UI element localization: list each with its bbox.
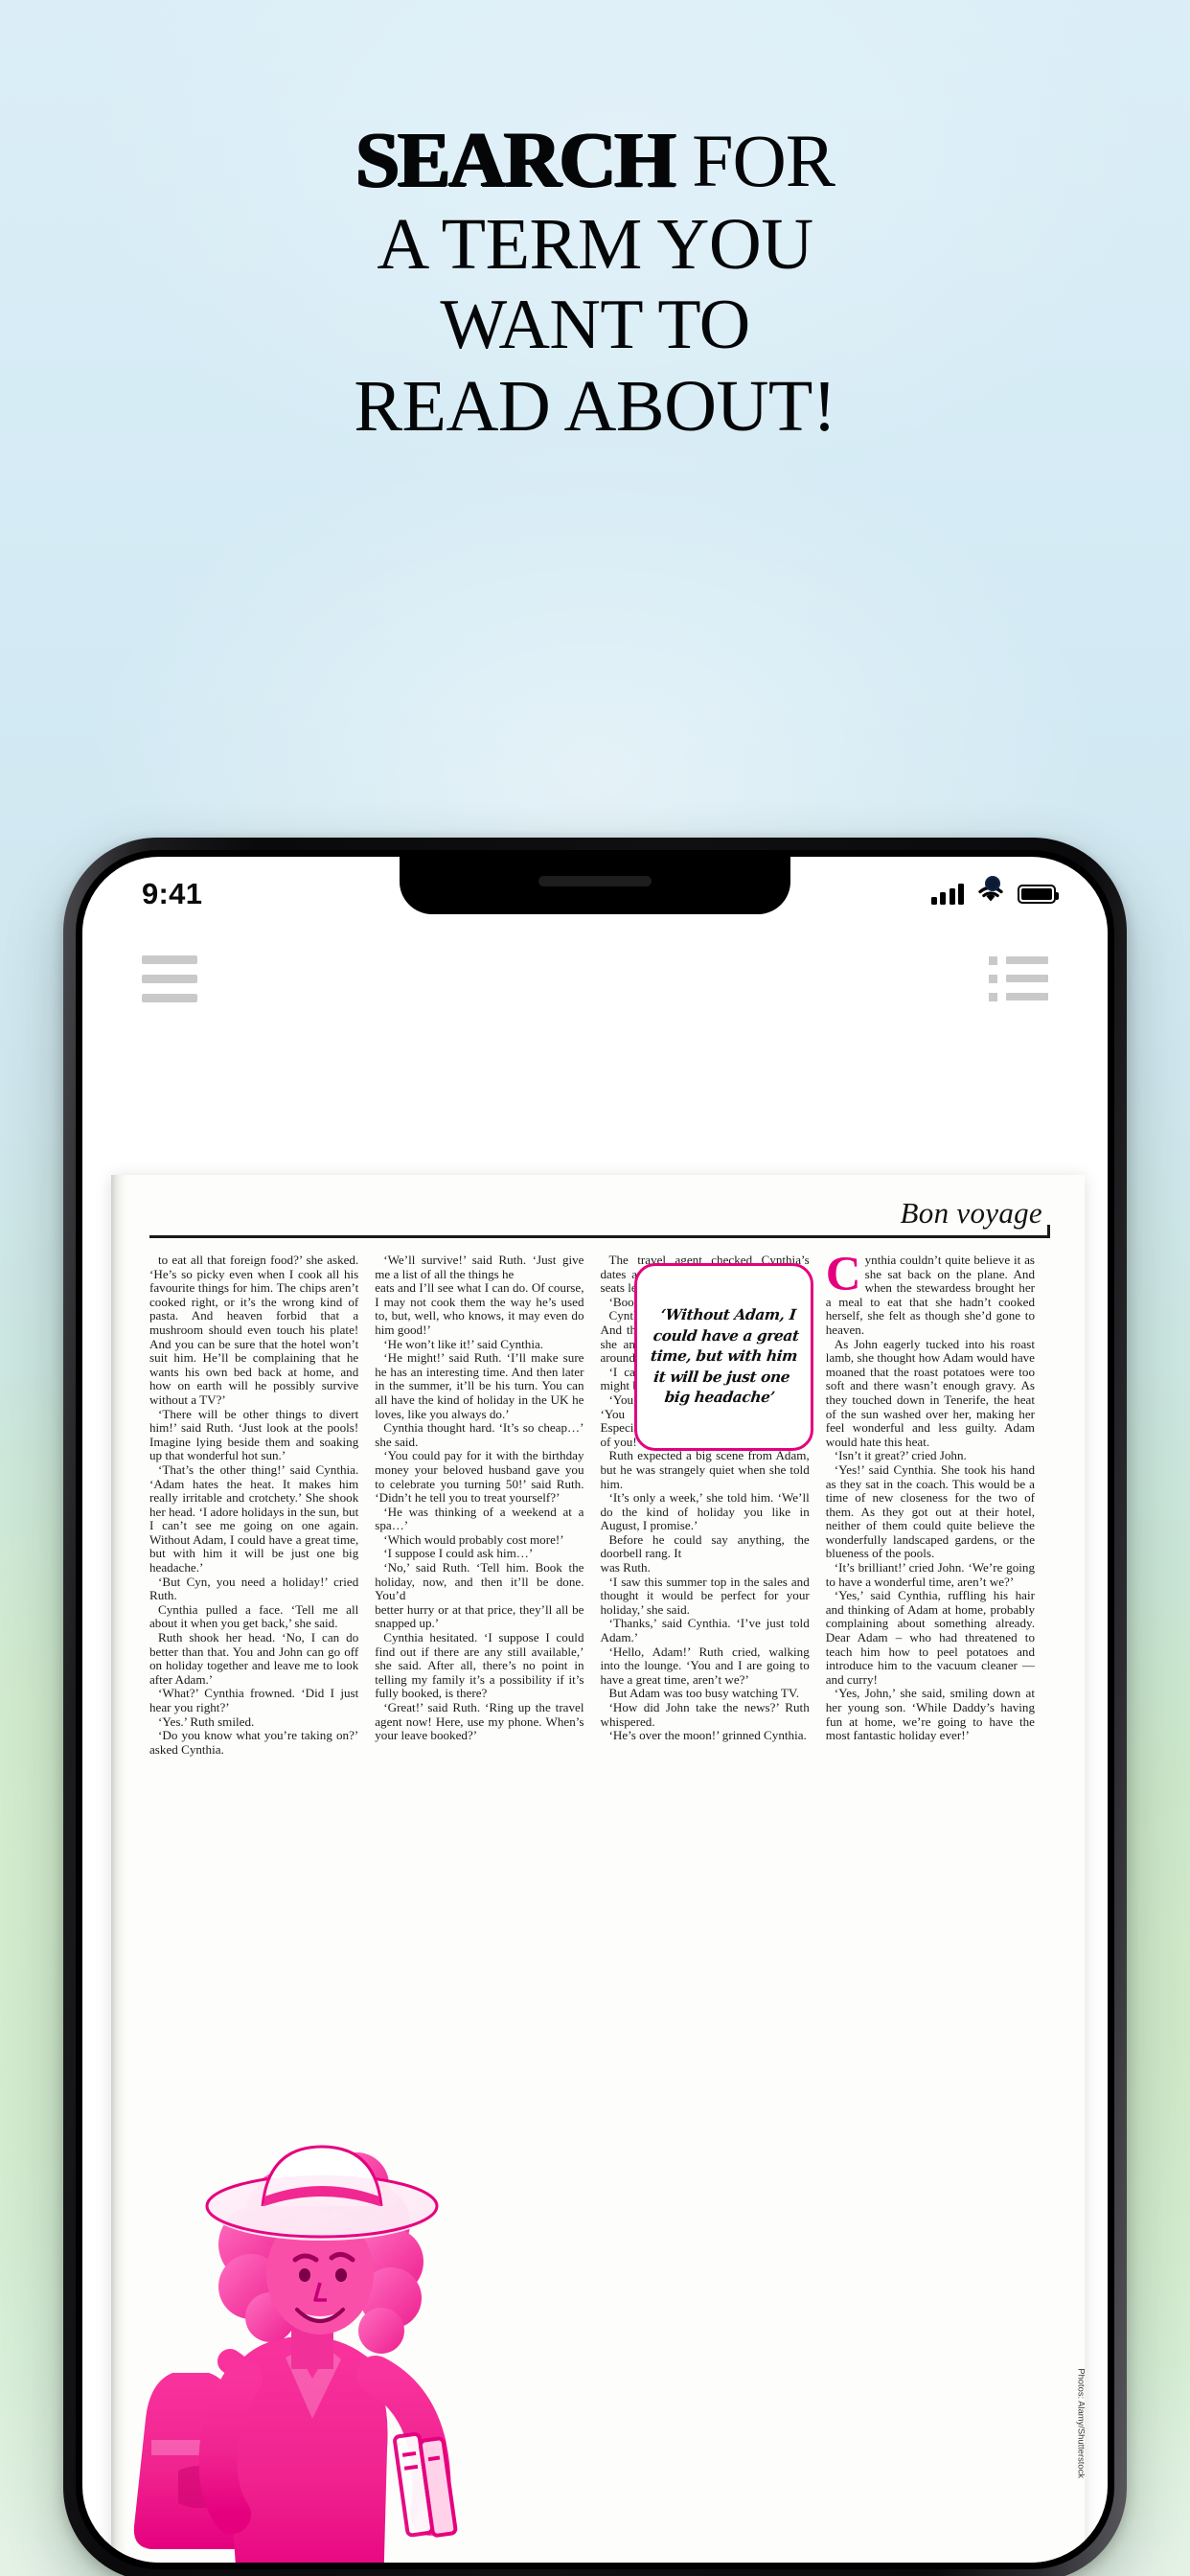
cellular-bars-icon <box>930 884 964 905</box>
article-paragraph: Ruth shook her head. ‘No, I can do bette… <box>149 1630 359 1687</box>
article-paragraph: ‘We’ll survive!’ said Ruth. ‘Just give m… <box>375 1253 584 1281</box>
article-paragraph: ‘There will be other things to divert hi… <box>149 1406 359 1463</box>
magazine-footer: Fiction Feast 5 <box>928 2558 1046 2563</box>
article-paragraph: ‘You could pay for it with the birthday … <box>375 1448 584 1506</box>
content-spacer <box>82 1041 1108 1175</box>
list-row <box>989 974 1048 983</box>
article-paragraph: ‘He won’t like it!’ said Cynthia. <box>383 1336 544 1351</box>
article-paragraph: Cynthia hesitated. ‘I suppose I could fi… <box>375 1630 584 1701</box>
photo-credit: Photos: Alamy/Shutterstock <box>1077 2368 1085 2478</box>
article-paragraph: to eat all that foreign food?’ she asked… <box>149 1253 359 1407</box>
running-head-title: Bon voyage <box>900 1196 1042 1230</box>
photo-credit-text: Photos: Alamy/Shutterstock <box>1077 2368 1085 2478</box>
list-contents-icon[interactable] <box>989 955 1048 1001</box>
headline-line-3: WANT TO <box>440 286 750 365</box>
magazine-page[interactable]: Bon voyage to eat all that foreign food?… <box>111 1175 1085 2563</box>
article-paragraph: ‘That’s the other thing!’ said Cynthia. … <box>149 1461 359 1576</box>
article-paragraph: ‘It’s only a week,’ she told him. ‘We’ll… <box>600 1490 810 1533</box>
headline-line-4: READ ABOUT! <box>354 365 836 447</box>
article-paragraph: ‘He’s over the moon!’ grinned Cynthia. <box>608 1728 807 1743</box>
article-paragraph: ‘Do you know what you’re taking on?’ ask… <box>149 1728 359 1757</box>
article-paragraph: ‘I suppose I could ask him…’ <box>383 1546 534 1561</box>
article-paragraph: Cynthia pulled a face. ‘Tell me all abou… <box>149 1601 359 1631</box>
traveller-illustration <box>133 2145 458 2563</box>
pull-quote-box: ‘Without Adam, I could have a great time… <box>634 1263 813 1451</box>
list-row <box>989 955 1048 965</box>
article-paragraph: ‘Hello, Adam!’ Ruth cried, walking into … <box>600 1644 810 1687</box>
phone-mockup: 9:41 Bon voyage to eat all that foreign … <box>63 838 1127 2576</box>
page-number: 5 <box>1036 2558 1046 2563</box>
article-paragraph: better hurry or at that price, they’ll a… <box>375 1601 584 1631</box>
article-paragraph: ‘How did John take the news?’ Ruth whisp… <box>600 1700 810 1729</box>
pull-quote-text: ‘Without Adam, I could have a great time… <box>650 1306 800 1407</box>
article-paragraph: Cynthia thought hard. ‘It’s so cheap…’ s… <box>375 1420 584 1449</box>
article-paragraph: was Ruth. <box>600 1560 651 1576</box>
article-paragraph: ‘Thanks,’ said Cynthia. ‘I’ve just told … <box>600 1616 810 1645</box>
article-paragraph: ‘It’s brilliant!’ cried John. ‘We’re goi… <box>825 1560 1035 1589</box>
phone-screen: 9:41 Bon voyage to eat all that foreign … <box>82 857 1108 2563</box>
headline-word-search: SEARCH <box>355 115 676 203</box>
article-paragraph: ‘He might!’ said Ruth. ‘I’ll make sure h… <box>375 1350 584 1421</box>
article-paragraph: ‘Great!’ said Ruth. ‘Ring up the travel … <box>375 1700 584 1743</box>
front-camera-icon <box>985 876 1000 891</box>
article-paragraph: As John eagerly tucked into his roast la… <box>825 1336 1035 1449</box>
article-paragraph: Before he could say anything, the doorbe… <box>600 1531 810 1561</box>
article-paragraph: ‘I saw this summer top in the sales and … <box>600 1574 810 1617</box>
article-paragraph: Cynthia couldn’t quite believe it as she… <box>825 1248 1035 1337</box>
promo-headline: SEARCH FOR A TERM YOU WANT TO READ ABOUT… <box>0 120 1190 447</box>
article-paragraph: ‘What?’ Cynthia frowned. ‘Did I just hea… <box>149 1686 359 1714</box>
article-paragraph: ‘No,’ said Ruth. ‘Tell him. Book the hol… <box>375 1560 584 1603</box>
article-paragraph: ‘But Cyn, you need a holiday!’ cried Rut… <box>149 1574 359 1603</box>
hamburger-menu-icon[interactable] <box>142 954 197 1002</box>
article-paragraph: Ruth expected a big scene from Adam, but… <box>600 1448 810 1491</box>
article-paragraph: ‘Yes,’ said Cynthia, ruffling his hair a… <box>825 1588 1035 1687</box>
article-paragraph: ‘He was thinking of a weekend at a spa…’ <box>375 1504 584 1533</box>
app-header-bar <box>82 916 1108 1041</box>
earpiece-speaker <box>538 876 652 886</box>
headline-line-2: A TERM YOU <box>377 203 813 285</box>
headline-line-1: SEARCH FOR <box>0 120 1190 199</box>
article-paragraph: ‘Yes.’ Ruth smiled. <box>158 1714 255 1729</box>
battery-full-icon <box>1018 885 1059 904</box>
drop-cap: C <box>825 1248 861 1301</box>
status-clock: 9:41 <box>142 877 203 910</box>
article-paragraph: ‘Which would probably cost more!’ <box>383 1531 564 1547</box>
magazine-brand: Fiction Feast <box>928 2561 1032 2563</box>
article-paragraph: ‘Yes!’ said Cynthia. She took his hand a… <box>825 1461 1035 1561</box>
hamburger-bar <box>142 974 197 983</box>
headline-line-1-rest: FOR <box>674 119 835 202</box>
article-photo <box>117 2057 529 2563</box>
running-head-rule <box>149 1226 1050 1238</box>
hamburger-bar <box>142 993 197 1002</box>
phone-bezel: 9:41 Bon voyage to eat all that foreign … <box>76 850 1114 2569</box>
hamburger-bar <box>142 954 197 964</box>
list-row <box>989 992 1048 1001</box>
article-paragraph: ‘Isn’t it great?’ cried John. <box>834 1448 967 1463</box>
running-head: Bon voyage <box>149 1190 1050 1244</box>
article-paragraph: ‘Yes, John,’ she said, smiling down at h… <box>825 1686 1035 1743</box>
article-paragraph: But Adam was too busy watching TV. <box>608 1686 799 1701</box>
article-paragraph: eats and I’ll see what I can do. Of cour… <box>375 1280 584 1337</box>
